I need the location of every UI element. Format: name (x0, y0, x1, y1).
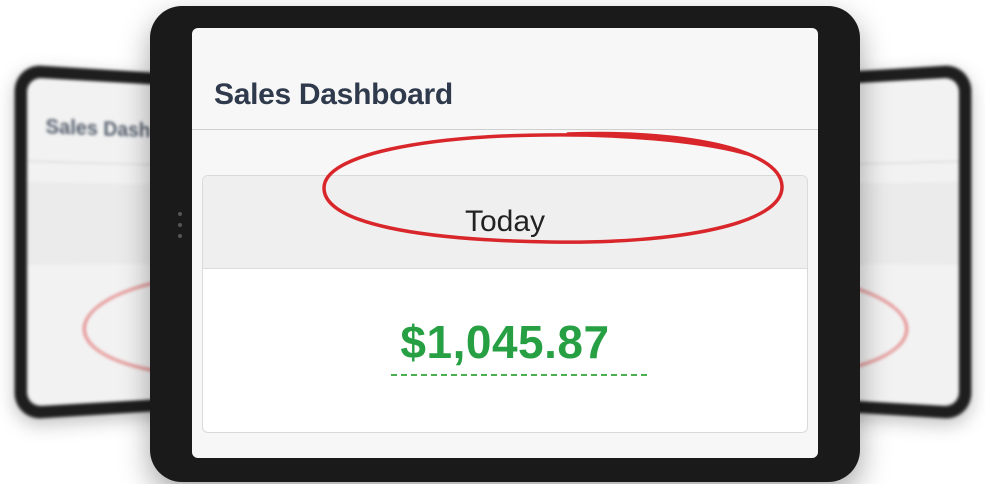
page-title: Sales Dashboard (214, 78, 453, 111)
card-body: $1,045.87 (203, 269, 807, 431)
tablet-device: Sales Dashboard Today $1,045.87 (150, 6, 860, 482)
sales-amount: $1,045.87 (400, 316, 610, 368)
background-page-title: Sales Dash (45, 115, 151, 143)
card-header: Today (203, 176, 807, 269)
amount-dashed-underline (391, 374, 647, 376)
dashboard-screen: Sales Dashboard Today $1,045.87 (192, 28, 818, 458)
title-divider (192, 129, 818, 130)
today-sales-card: Today $1,045.87 (202, 175, 808, 433)
marketing-scene: Sales Dash Sales Dashboard Today $1,045.… (0, 0, 985, 484)
tablet-camera-dots (178, 212, 182, 240)
